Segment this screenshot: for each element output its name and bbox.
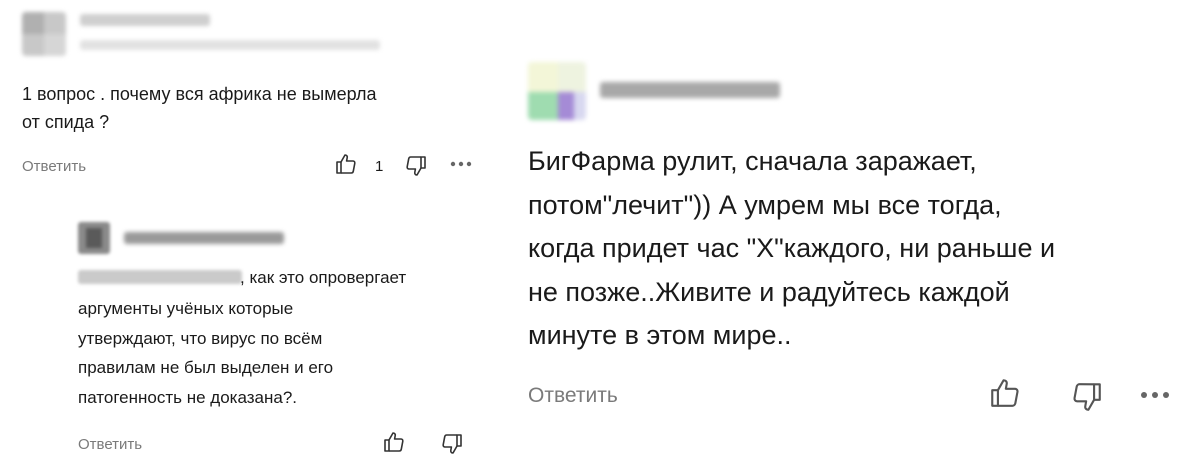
more-dots-icon[interactable]	[450, 160, 472, 168]
reply-button[interactable]: Ответить	[22, 158, 86, 175]
thumbs-down-icon[interactable]	[1070, 380, 1104, 414]
author-name-redacted[interactable]	[124, 232, 284, 244]
thumbs-down-icon[interactable]	[404, 154, 428, 178]
author-name-redacted[interactable]	[80, 14, 210, 26]
avatar[interactable]	[22, 12, 66, 56]
thumbs-down-icon[interactable]	[440, 432, 464, 456]
thumbs-up-icon[interactable]	[988, 376, 1022, 410]
comment-date-redacted	[80, 40, 380, 50]
comment-text: БигФарма рулит, сначала заражает, потом"…	[528, 146, 1056, 350]
thumbs-up-icon[interactable]	[382, 430, 406, 454]
thumbs-up-icon[interactable]	[334, 152, 358, 176]
author-name-redacted[interactable]	[600, 82, 780, 98]
avatar[interactable]	[78, 222, 110, 254]
like-count: 1	[375, 158, 384, 175]
avatar[interactable]	[528, 62, 586, 120]
more-dots-icon[interactable]	[1140, 390, 1170, 400]
comment-text: 1 вопрос . почему вся африка не вымерла …	[22, 84, 377, 132]
mention-suffix: , как это опровергает	[240, 268, 407, 287]
reply-button[interactable]: Ответить	[78, 436, 142, 453]
comment-text: аргументы учёных которые утверждают, что…	[78, 299, 334, 407]
reply-button[interactable]: Ответить	[528, 384, 618, 408]
mention-redacted[interactable]	[78, 270, 242, 284]
